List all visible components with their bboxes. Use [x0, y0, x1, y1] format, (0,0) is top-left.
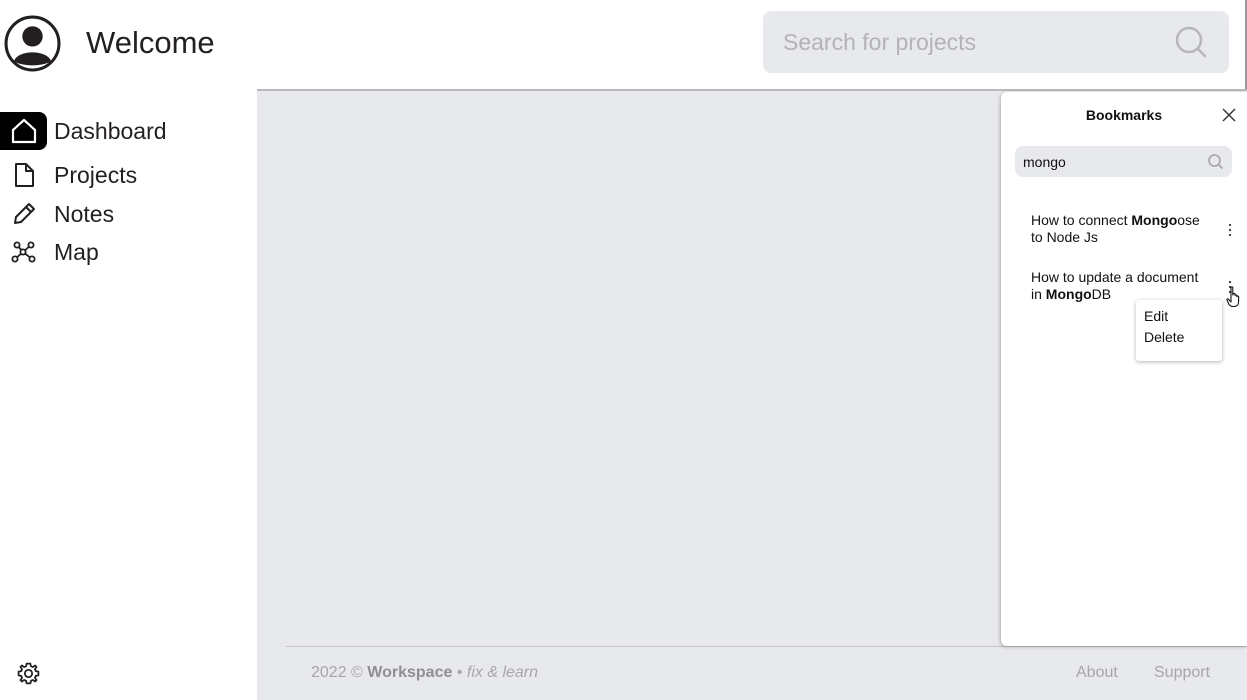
bookmark-item[interactable]: How to connect Mongoose to Node Js: [1031, 212, 1211, 246]
sidebar-item-notes[interactable]: Notes: [0, 195, 114, 233]
footer-credits: 2022 © Workspace • fix & learn: [311, 664, 538, 682]
sidebar-item-label: Dashboard: [54, 117, 167, 144]
sidebar-item-map[interactable]: Map: [0, 233, 99, 271]
footer-divider: [286, 646, 1247, 647]
hand-cursor-icon: [1226, 286, 1240, 308]
bookmark-search: [1015, 146, 1232, 177]
sidebar-item-label: Notes: [54, 200, 115, 227]
home-icon: [11, 118, 36, 144]
footer-year: 2022 ©: [311, 664, 363, 681]
support-link[interactable]: Support: [1154, 664, 1210, 682]
context-menu: Edit Delete: [1136, 300, 1222, 361]
sidebar-item-label: Projects: [54, 161, 138, 188]
bookmark-title-line: How to connect Mongoose: [1031, 212, 1200, 228]
footer-separator: •: [456, 664, 463, 681]
edit-menu-item[interactable]: Edit: [1144, 308, 1168, 324]
search-icon[interactable]: [1207, 153, 1224, 170]
delete-menu-item[interactable]: Delete: [1144, 329, 1184, 345]
bookmark-search-input[interactable]: [1023, 146, 1203, 177]
sidebar-item-projects[interactable]: Projects: [0, 156, 137, 194]
avatar[interactable]: [4, 15, 61, 72]
close-icon[interactable]: [1221, 107, 1237, 123]
gear-icon[interactable]: [16, 661, 41, 686]
sidebar-item-label: Map: [54, 238, 99, 265]
pencil-icon: [13, 203, 35, 224]
bookmark-title-line: to Node Js: [1031, 229, 1098, 245]
more-options-icon[interactable]: [1225, 222, 1235, 238]
panel-title: Bookmarks: [1085, 107, 1163, 123]
graph-icon: [11, 241, 35, 263]
file-icon: [14, 163, 34, 187]
bookmark-title-line: How to update a document: [1031, 269, 1199, 285]
welcome-title: Welcome: [86, 25, 215, 60]
search-input[interactable]: [783, 11, 1163, 73]
search-icon[interactable]: [1173, 24, 1209, 60]
project-search: [763, 11, 1229, 73]
bookmark-item[interactable]: How to update a document in MongoDB: [1031, 269, 1211, 303]
footer-tagline: fix & learn: [466, 664, 539, 681]
footer-brand: Workspace: [367, 664, 453, 681]
bookmarks-panel: Bookmarks How to connect Mongoose to Nod…: [1001, 92, 1247, 646]
sidebar-item-dashboard[interactable]: Dashboard: [0, 112, 167, 150]
about-link[interactable]: About: [1076, 664, 1118, 682]
